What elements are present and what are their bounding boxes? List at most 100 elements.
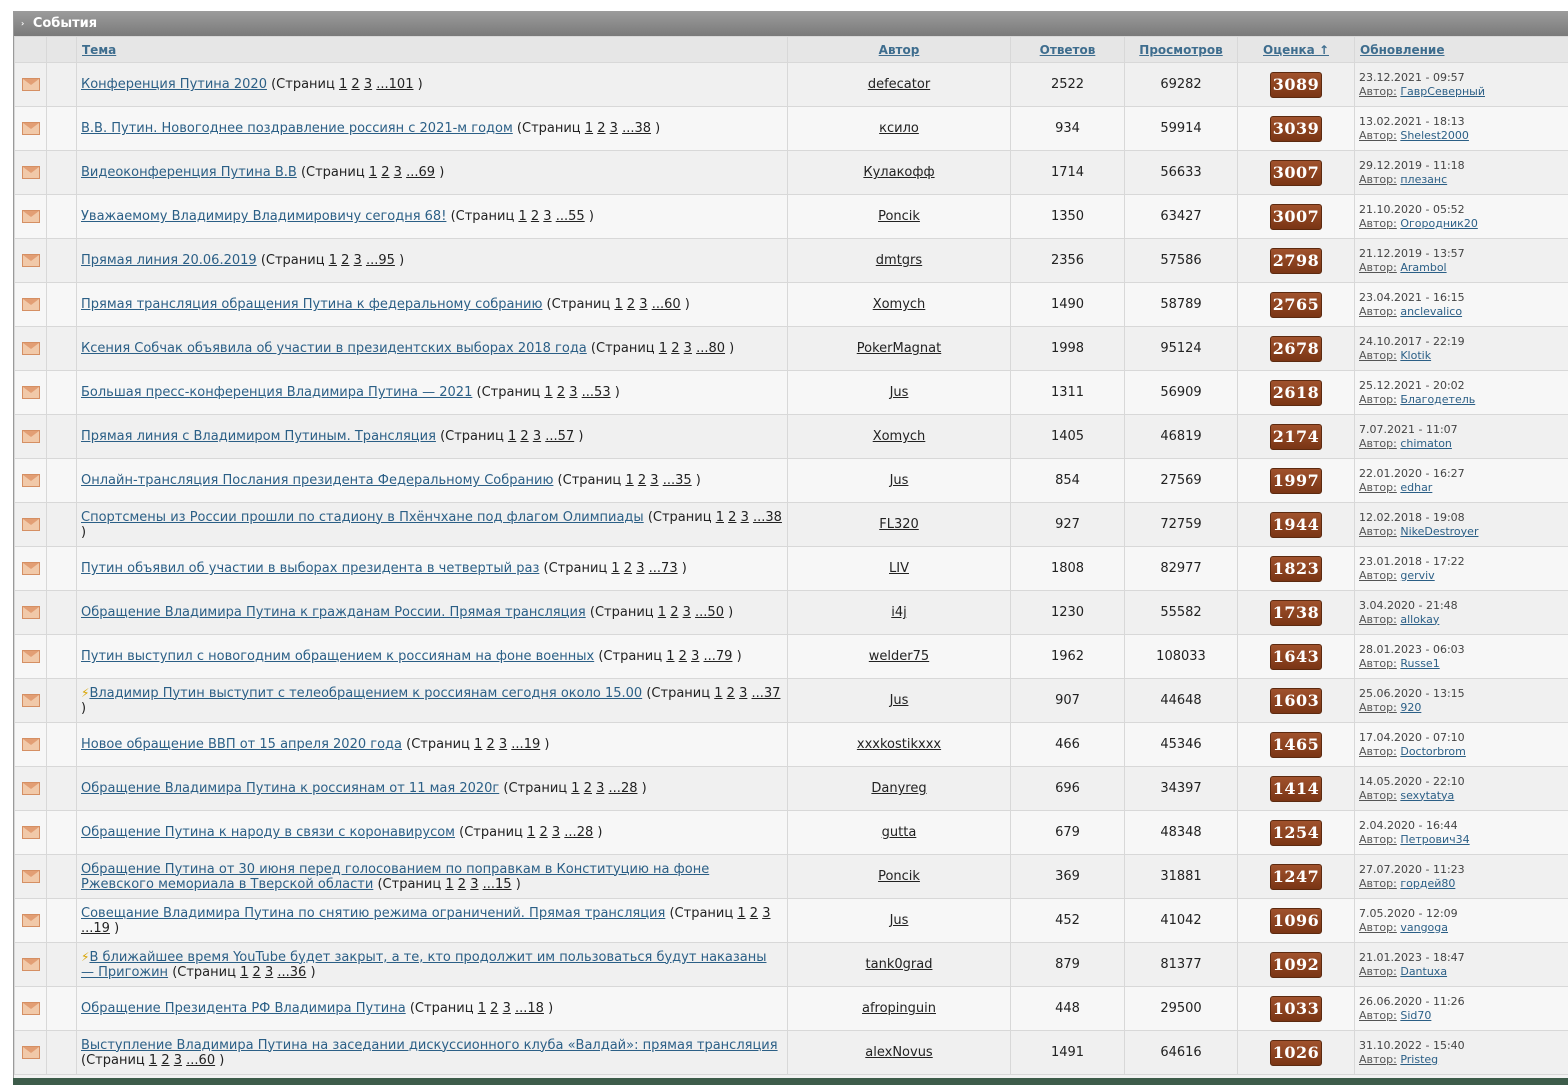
- author-link[interactable]: xxxkostikxxx: [857, 737, 941, 752]
- last-author-link[interactable]: sexytatya: [1400, 789, 1454, 802]
- page-link[interactable]: 3: [543, 209, 551, 224]
- column-header-author[interactable]: Автор: [787, 36, 1011, 63]
- topic-link[interactable]: Спортсмены из России прошли по стадиону …: [81, 510, 644, 525]
- last-author-link[interactable]: NikeDestroyer: [1400, 525, 1478, 538]
- page-link[interactable]: 1: [149, 1053, 157, 1068]
- last-author-link[interactable]: ГаврСеверный: [1400, 85, 1485, 98]
- author-link[interactable]: alexNovus: [865, 1045, 932, 1060]
- page-link[interactable]: 1: [474, 737, 482, 752]
- page-link[interactable]: 3: [650, 473, 658, 488]
- page-link[interactable]: 3: [596, 781, 604, 796]
- category-header[interactable]: › События: [14, 11, 1568, 36]
- page-link[interactable]: 2: [638, 473, 646, 488]
- page-link[interactable]: 3: [741, 510, 749, 525]
- author-link[interactable]: Jus: [890, 385, 909, 400]
- page-link[interactable]: ...19: [81, 921, 110, 936]
- author-link[interactable]: Jus: [890, 473, 909, 488]
- page-link[interactable]: 1: [614, 297, 622, 312]
- page-link[interactable]: 2: [584, 781, 592, 796]
- collapse-arrow-icon[interactable]: ›: [21, 19, 24, 28]
- page-link[interactable]: ...19: [511, 737, 540, 752]
- page-link[interactable]: 3: [569, 385, 577, 400]
- page-link[interactable]: 2: [727, 686, 735, 701]
- last-author-link[interactable]: anclevalico: [1400, 305, 1462, 318]
- last-author-link[interactable]: Огородник20: [1400, 217, 1477, 230]
- page-link[interactable]: 1: [611, 561, 619, 576]
- last-author-link[interactable]: Klotik: [1400, 349, 1431, 362]
- author-link[interactable]: FL320: [879, 517, 919, 532]
- topic-link[interactable]: Путин выступил с новогодним обращением к…: [81, 649, 594, 664]
- last-author-link[interactable]: Sid70: [1400, 1009, 1431, 1022]
- page-link[interactable]: 1: [571, 781, 579, 796]
- page-link[interactable]: ...15: [483, 877, 512, 892]
- page-link[interactable]: ...79: [704, 649, 733, 664]
- page-link[interactable]: 1: [666, 649, 674, 664]
- page-link[interactable]: 2: [458, 877, 466, 892]
- page-link[interactable]: 1: [716, 510, 724, 525]
- last-author-link[interactable]: Doctorbrom: [1400, 745, 1466, 758]
- page-link[interactable]: 2: [670, 605, 678, 620]
- page-link[interactable]: ...28: [564, 825, 593, 840]
- page-link[interactable]: 1: [714, 686, 722, 701]
- topic-link[interactable]: Прямая линия с Владимиром Путиным. Транс…: [81, 429, 436, 444]
- page-link[interactable]: 3: [691, 649, 699, 664]
- topic-link[interactable]: Обращение Владимира Путина к гражданам Р…: [81, 605, 586, 620]
- page-link[interactable]: 3: [470, 877, 478, 892]
- topic-link[interactable]: Видеоконференция Путина В.В: [81, 165, 297, 180]
- topic-link[interactable]: Путин объявил об участии в выборах прези…: [81, 561, 539, 576]
- page-link[interactable]: 2: [627, 297, 635, 312]
- topic-link[interactable]: Выступление Владимира Путина на заседани…: [81, 1038, 778, 1053]
- author-link[interactable]: welder75: [869, 649, 929, 664]
- page-link[interactable]: 1: [659, 341, 667, 356]
- author-link[interactable]: gutta: [882, 825, 917, 840]
- page-link[interactable]: 2: [539, 825, 547, 840]
- page-link[interactable]: 3: [499, 737, 507, 752]
- page-link[interactable]: 2: [253, 965, 261, 980]
- author-link[interactable]: dmtgrs: [876, 253, 922, 268]
- page-link[interactable]: ...28: [609, 781, 638, 796]
- last-author-link[interactable]: chimaton: [1400, 437, 1452, 450]
- page-link[interactable]: 1: [445, 877, 453, 892]
- page-link[interactable]: 3: [265, 965, 273, 980]
- column-header-replies[interactable]: Ответов: [1010, 36, 1125, 63]
- author-link[interactable]: tank0grad: [866, 957, 933, 972]
- last-author-link[interactable]: vangoga: [1400, 921, 1448, 934]
- author-link[interactable]: PokerMagnat: [857, 341, 941, 356]
- page-link[interactable]: 2: [486, 737, 494, 752]
- page-link[interactable]: 3: [762, 906, 770, 921]
- last-author-link[interactable]: Arambol: [1400, 261, 1446, 274]
- last-author-link[interactable]: gerviv: [1400, 569, 1434, 582]
- topic-link[interactable]: Онлайн-трансляция Послания президента Фе…: [81, 473, 553, 488]
- page-link[interactable]: 2: [557, 385, 565, 400]
- page-link[interactable]: 2: [728, 510, 736, 525]
- page-link[interactable]: 1: [737, 906, 745, 921]
- page-link[interactable]: 1: [527, 825, 535, 840]
- page-link[interactable]: ...53: [582, 385, 611, 400]
- author-link[interactable]: Xomych: [873, 429, 926, 444]
- author-link[interactable]: i4j: [891, 605, 907, 620]
- page-link[interactable]: ...80: [696, 341, 725, 356]
- page-link[interactable]: 1: [478, 1001, 486, 1016]
- author-link[interactable]: Poncik: [878, 209, 920, 224]
- page-link[interactable]: ...35: [663, 473, 692, 488]
- page-link[interactable]: 2: [679, 649, 687, 664]
- page-link[interactable]: 2: [531, 209, 539, 224]
- page-link[interactable]: 3: [639, 297, 647, 312]
- page-link[interactable]: 3: [394, 165, 402, 180]
- page-link[interactable]: 1: [240, 965, 248, 980]
- page-link[interactable]: 3: [354, 253, 362, 268]
- page-link[interactable]: ...50: [695, 605, 724, 620]
- topic-link[interactable]: Обращение Президента РФ Владимира Путина: [81, 1001, 406, 1016]
- topic-link[interactable]: Новое обращение ВВП от 15 апреля 2020 го…: [81, 737, 402, 752]
- page-link[interactable]: ...73: [649, 561, 678, 576]
- topic-link[interactable]: Конференция Путина 2020: [81, 77, 267, 92]
- page-link[interactable]: 3: [610, 121, 618, 136]
- page-link[interactable]: 1: [585, 121, 593, 136]
- page-link[interactable]: 2: [490, 1001, 498, 1016]
- column-header-views[interactable]: Просмотров: [1124, 36, 1238, 63]
- page-link[interactable]: ...55: [556, 209, 585, 224]
- page-link[interactable]: 2: [597, 121, 605, 136]
- page-link[interactable]: 1: [339, 77, 347, 92]
- page-link[interactable]: ...69: [406, 165, 435, 180]
- last-author-link[interactable]: Dantuxa: [1400, 965, 1447, 978]
